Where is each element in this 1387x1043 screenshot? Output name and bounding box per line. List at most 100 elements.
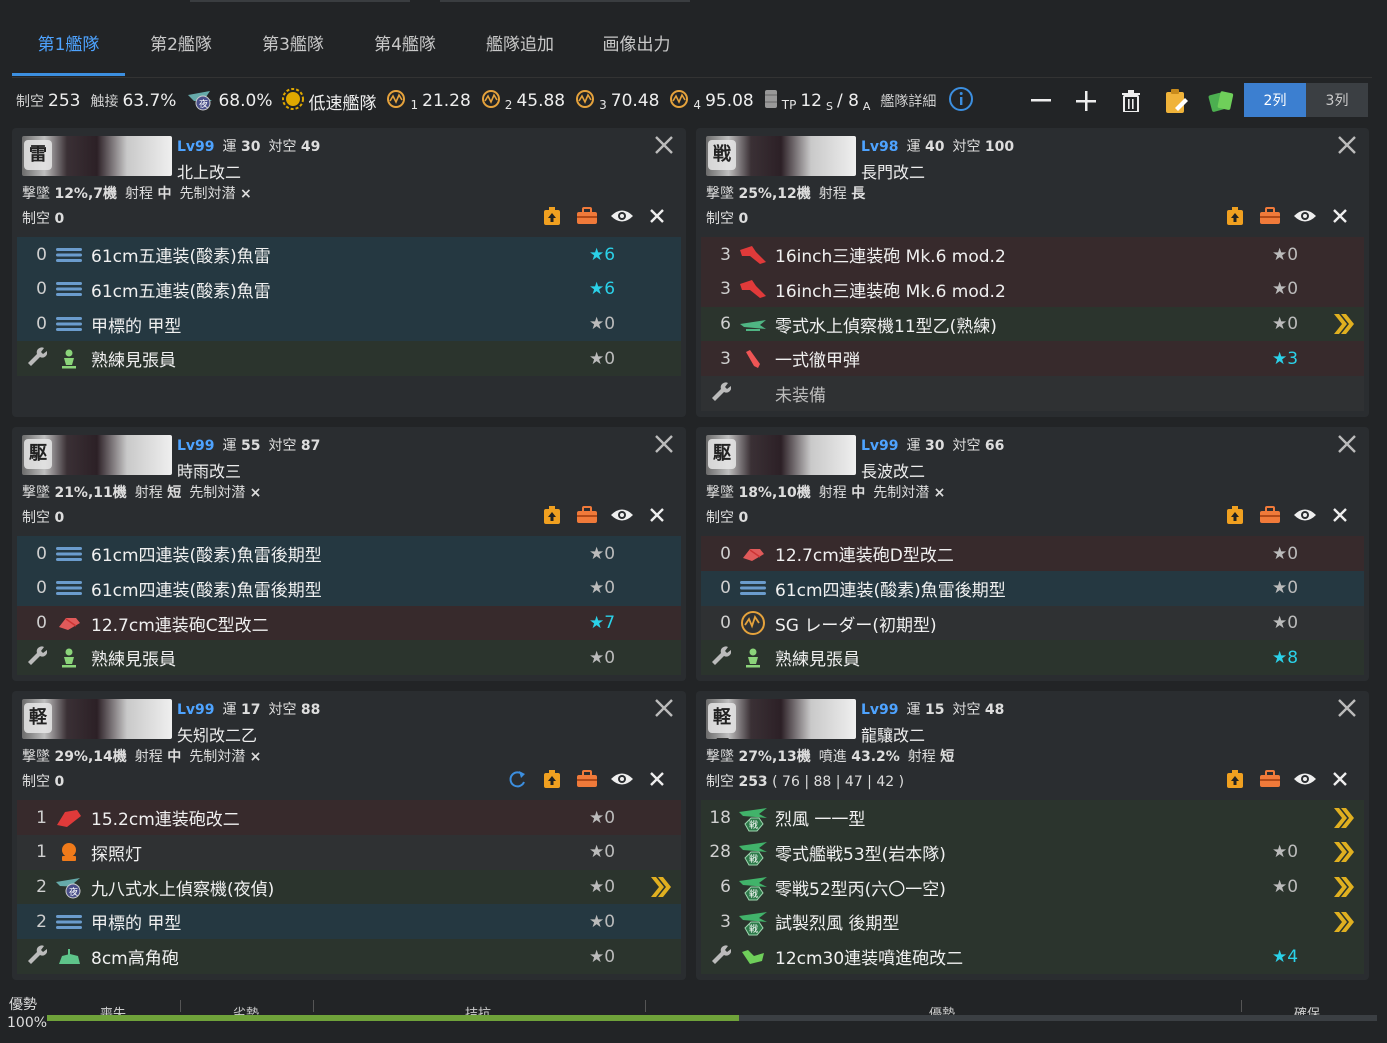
refresh-button[interactable]	[499, 767, 534, 791]
equipment-name[interactable]: 12.7cm連装砲D型改二	[775, 541, 1272, 566]
improvement-level[interactable]: ★0	[589, 912, 639, 932]
upgrade-button[interactable]	[534, 767, 569, 791]
clear-ship-button[interactable]	[1322, 204, 1357, 228]
cards-button[interactable]	[1198, 86, 1243, 116]
expansion-slot[interactable]: 熟練見張員 ★0	[17, 341, 681, 377]
plus-button[interactable]	[1063, 86, 1108, 116]
equipment-name[interactable]: 61cm五連装(酸素)魚雷	[91, 277, 589, 302]
clear-ship-button[interactable]	[1322, 503, 1357, 527]
ship-portrait[interactable]: 軽	[22, 699, 172, 739]
equipment-preset-button[interactable]	[1252, 767, 1287, 791]
equipment-name[interactable]: 15.2cm連装砲改二	[91, 805, 589, 830]
expansion-slot[interactable]: 熟練見張員 ★8	[701, 640, 1364, 676]
upgrade-button[interactable]	[1217, 767, 1252, 791]
ship-portrait[interactable]: 駆	[706, 435, 856, 475]
visibility-button[interactable]	[1287, 204, 1322, 228]
improvement-level[interactable]: ★7	[589, 613, 639, 633]
ship-level[interactable]: Lv99	[861, 438, 899, 454]
info-icon[interactable]	[948, 86, 974, 116]
upgrade-button[interactable]	[1217, 503, 1252, 527]
equipment-name[interactable]: 零式水上偵察機11型乙(熟練)	[775, 312, 1272, 337]
ship-name[interactable]: 長門改二	[861, 159, 925, 183]
improvement-level[interactable]: ★0	[589, 544, 639, 564]
ship-name[interactable]: 矢矧改二乙	[177, 722, 257, 746]
expansion-slot[interactable]: 12cm30連装噴進砲改二 ★4	[701, 939, 1364, 975]
improvement-level[interactable]: ★0	[589, 808, 639, 828]
improvement-level[interactable]: ★0	[1272, 842, 1322, 862]
equipment-slot[interactable]: 0 SG レーダー(初期型) ★0	[701, 605, 1364, 641]
equipment-slot[interactable]: 0 61cm五連装(酸素)魚雷 ★6	[17, 271, 681, 307]
proficiency-badge[interactable]	[639, 874, 681, 900]
improvement-level[interactable]: ★0	[589, 877, 639, 897]
improvement-level[interactable]: ★0	[1272, 877, 1322, 897]
expansion-slot[interactable]: 8cm高角砲 ★0	[17, 939, 681, 975]
equipment-name[interactable]: 九八式水上偵察機(夜偵)	[91, 875, 589, 900]
equipment-name[interactable]: 甲標的 甲型	[91, 909, 589, 934]
equipment-name[interactable]: 12.7cm連装砲C型改二	[91, 611, 589, 636]
equipment-name[interactable]: 61cm四連装(酸素)魚雷後期型	[91, 541, 589, 566]
clear-ship-button[interactable]	[1322, 767, 1357, 791]
equipment-preset-button[interactable]	[569, 767, 604, 791]
improvement-level[interactable]: ★0	[589, 947, 639, 967]
ship-portrait[interactable]: 雷	[22, 136, 172, 176]
ship-level[interactable]: Lv99	[861, 702, 899, 718]
equipment-name[interactable]: 61cm五連装(酸素)魚雷	[91, 242, 589, 267]
equipment-name[interactable]: 12cm30連装噴進砲改二	[775, 944, 1272, 969]
ship-name[interactable]: 北上改二	[177, 159, 241, 183]
equipment-name[interactable]: 熟練見張員	[91, 346, 589, 371]
improvement-level[interactable]: ★6	[589, 245, 639, 265]
equipment-name[interactable]: SG レーダー(初期型)	[775, 611, 1272, 636]
equipment-slot[interactable]: 0 61cm四連装(酸素)魚雷後期型 ★0	[17, 536, 681, 571]
clear-ship-button[interactable]	[639, 204, 674, 228]
improvement-level[interactable]: ★0	[1272, 245, 1322, 265]
visibility-button[interactable]	[604, 503, 639, 527]
visibility-button[interactable]	[1287, 503, 1322, 527]
equipment-name[interactable]: 試製烈風 後期型	[775, 909, 1272, 934]
equipment-slot[interactable]: 0 12.7cm連装砲D型改二 ★0	[701, 536, 1364, 571]
ship-portrait[interactable]: 軽母	[706, 699, 856, 739]
improvement-level[interactable]: ★0	[1272, 544, 1322, 564]
paste-button[interactable]	[1153, 86, 1198, 116]
ship-name[interactable]: 長波改二	[861, 458, 925, 482]
tab-fleet-4[interactable]: 第4艦隊	[349, 22, 461, 76]
remove-ship-button[interactable]	[654, 433, 674, 459]
three-column-button[interactable]: 3列	[1306, 83, 1368, 117]
proficiency-badge[interactable]	[1322, 839, 1364, 865]
remove-ship-button[interactable]	[1337, 433, 1357, 459]
equipment-name[interactable]: 甲標的 甲型	[91, 312, 589, 337]
equipment-slot[interactable]: 3 16inch三連装砲 Mk.6 mod.2 ★0	[701, 237, 1364, 272]
improvement-level[interactable]: ★0	[589, 842, 639, 862]
ship-level[interactable]: Lv99	[177, 139, 215, 155]
visibility-button[interactable]	[604, 767, 639, 791]
equipment-slot[interactable]: 2 甲標的 甲型 ★0	[17, 904, 681, 940]
improvement-level[interactable]: ★0	[1272, 578, 1322, 598]
expansion-slot[interactable]: 熟練見張員 ★0	[17, 640, 681, 676]
equipment-name[interactable]: 未装備	[775, 381, 1272, 406]
equipment-name[interactable]: 16inch三連装砲 Mk.6 mod.2	[775, 242, 1272, 267]
tab-fleet-2[interactable]: 第2艦隊	[125, 22, 237, 76]
remove-ship-button[interactable]	[654, 697, 674, 723]
equipment-slot[interactable]: 2 夜 九八式水上偵察機(夜偵) ★0	[17, 869, 681, 905]
proficiency-badge[interactable]	[1322, 805, 1364, 831]
equipment-slot[interactable]: 3 一式徹甲弾 ★3	[701, 341, 1364, 377]
equipment-slot[interactable]: 0 61cm四連装(酸素)魚雷後期型 ★0	[701, 570, 1364, 606]
improvement-level[interactable]: ★0	[589, 314, 639, 334]
tab-image-export[interactable]: 画像出力	[579, 22, 694, 76]
remove-ship-button[interactable]	[1337, 697, 1357, 723]
equipment-preset-button[interactable]	[569, 503, 604, 527]
improvement-level[interactable]: ★0	[589, 578, 639, 598]
equipment-name[interactable]: 61cm四連装(酸素)魚雷後期型	[91, 576, 589, 601]
equipment-name[interactable]: 一式徹甲弾	[775, 346, 1272, 371]
improvement-level[interactable]: ★0	[1272, 613, 1322, 633]
tab-fleet-3[interactable]: 第3艦隊	[237, 22, 349, 76]
ship-level[interactable]: Lv99	[177, 702, 215, 718]
equipment-name[interactable]: 零戦52型丙(六〇一空)	[775, 875, 1272, 900]
equipment-slot[interactable]: 3 16inch三連装砲 Mk.6 mod.2 ★0	[701, 271, 1364, 307]
minus-button[interactable]	[1018, 86, 1063, 116]
equipment-slot[interactable]: 6 零式水上偵察機11型乙(熟練) ★0	[701, 306, 1364, 342]
equipment-name[interactable]: 61cm四連装(酸素)魚雷後期型	[775, 576, 1272, 601]
equipment-name[interactable]: 探照灯	[91, 840, 589, 865]
equipment-preset-button[interactable]	[1252, 204, 1287, 228]
ship-level[interactable]: Lv99	[177, 438, 215, 454]
remove-ship-button[interactable]	[654, 134, 674, 160]
